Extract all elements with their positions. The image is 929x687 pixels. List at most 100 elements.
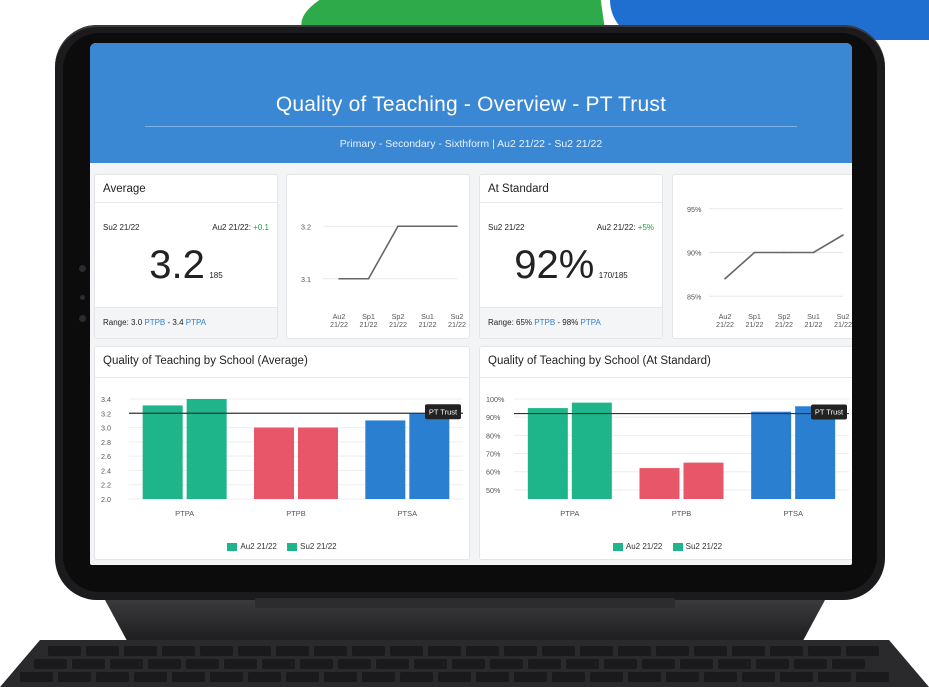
keyboard-key: [694, 646, 727, 656]
camera-dot-icon: [79, 265, 86, 272]
range-max-school-link[interactable]: PTPA: [186, 318, 206, 327]
average-kpi-card[interactable]: Average Su2 21/22 Au2 21/22: +0.1 3.2 18…: [94, 174, 278, 339]
y-tick-label: 3.4: [101, 395, 111, 404]
keyboard-key: [528, 659, 561, 669]
kpi-delta: +0.1: [253, 223, 269, 232]
average-by-school-card: Quality of Teaching by School (Average) …: [94, 346, 470, 560]
keyboard-key: [628, 672, 661, 682]
kpi-value: 3.2: [149, 243, 205, 287]
keyboard-key: [200, 646, 233, 656]
y-tick-label: 2.4: [101, 466, 111, 475]
bar: [409, 413, 450, 499]
kpi-period: Su2 21/22: [103, 223, 140, 232]
x-tick-label: 21/22: [746, 320, 764, 329]
kpi-delta: +5%: [637, 223, 654, 232]
range-min: Range: 65%: [488, 318, 533, 327]
series-line: [339, 225, 457, 280]
keyboard-key: [124, 646, 157, 656]
keyboard-key: [428, 646, 461, 656]
kpi-value-block: 92% 170/185: [480, 243, 662, 288]
keyboard-key: [48, 646, 81, 656]
standard-kpi-card[interactable]: At Standard Su2 21/22 Au2 21/22: +5% 92%…: [479, 174, 663, 339]
y-tick-label: 2.2: [101, 481, 111, 490]
reference-label: PT Trust: [429, 407, 458, 416]
y-tick-label: 90%: [486, 413, 501, 422]
data-point: [842, 234, 844, 236]
kpi-footer: Range: 65% PTPB - 98% PTPA: [480, 307, 662, 338]
legend-swatch: [227, 542, 238, 551]
legend-label: Su2 21/22: [685, 542, 723, 551]
data-point: [456, 225, 458, 228]
bar: [186, 399, 227, 499]
keyboard-key: [438, 672, 471, 682]
legend-swatch: [287, 542, 298, 551]
y-tick-label: 2.8: [101, 438, 111, 447]
keyboard-hinge: [255, 598, 675, 608]
legend-item[interactable]: Su2 21/22: [672, 542, 723, 551]
range-min-school-link[interactable]: PTPB: [144, 318, 165, 327]
kpi-value: 92%: [514, 243, 595, 287]
keyboard-key: [20, 672, 53, 682]
standard-by-school-card: Quality of Teaching by School (At Standa…: [479, 346, 852, 560]
legend-swatch: [612, 542, 623, 551]
kpi-comparison: Au2 21/22: +5%: [597, 223, 654, 232]
x-tick-label: 21/22: [419, 320, 437, 329]
keyboard-key: [656, 646, 689, 656]
y-tick-label: 50%: [486, 486, 501, 495]
keyboard-key: [704, 672, 737, 682]
keyboard-key: [770, 646, 803, 656]
data-point: [426, 225, 429, 228]
range-max-school-link[interactable]: PTPA: [581, 318, 601, 327]
y-tick-label: 2.0: [101, 495, 111, 504]
keyboard-key: [846, 646, 879, 656]
keyboard-key: [162, 646, 195, 656]
keyboard-key: [504, 646, 537, 656]
dashboard-header: Quality of Teaching - Overview - PT Trus…: [90, 43, 852, 163]
keyboard-key: [58, 672, 91, 682]
y-tick-label: 95%: [687, 205, 702, 214]
keyboard-key: [390, 646, 423, 656]
keyboard-key: [276, 646, 309, 656]
sensor-dot-icon: [80, 295, 85, 300]
legend-item[interactable]: Au2 21/22: [227, 542, 277, 551]
bar: [365, 420, 406, 499]
range-min-school-link[interactable]: PTPB: [534, 318, 555, 327]
card-divider: [95, 202, 277, 203]
card-title: At Standard: [488, 183, 549, 195]
kpi-value-block: 3.2 185: [95, 243, 277, 288]
standard-trend-chart: 95%90%85%Au221/22Sp121/22Sp221/22Su121/2…: [687, 205, 852, 329]
y-tick-label: 100%: [486, 395, 505, 404]
y-tick-label: 85%: [687, 292, 702, 301]
kpi-count: 185: [209, 271, 223, 280]
kpi-footer: Range: 3.0 PTPB - 3.4 PTPA: [95, 307, 277, 338]
keyboard-key: [414, 659, 447, 669]
range-min: Range: 3.0: [103, 318, 143, 327]
x-tick-label: 21/22: [389, 320, 407, 329]
keyboard-key: [466, 646, 499, 656]
legend-item[interactable]: Au2 21/22: [612, 542, 662, 551]
keyboard-key: [452, 659, 485, 669]
kpi-count: 170/185: [598, 271, 628, 280]
keyboard-key: [808, 646, 841, 656]
keyboard-key: [476, 672, 509, 682]
kpi-range: Range: 3.0 PTPB - 3.4 PTPA: [103, 318, 206, 327]
keyboard-key: [110, 659, 143, 669]
keyboard-key: [210, 672, 243, 682]
keyboard-key: [552, 672, 585, 682]
page-title: Quality of Teaching - Overview - PT Trus…: [275, 93, 667, 116]
keyboard-key: [618, 646, 651, 656]
keyboard-key: [732, 646, 765, 656]
keyboard-key: [400, 672, 433, 682]
keyboard-key: [148, 659, 181, 669]
legend-item[interactable]: Su2 21/22: [287, 542, 337, 551]
x-tick-label: 21/22: [805, 320, 823, 329]
data-point: [753, 251, 756, 254]
average-by-school-chart: 3.4 3.2 3.0 2.8 2.6 2.4 2.2 2.0 PTPA PTPB PTSA PT T…: [101, 395, 463, 518]
average-trend-card: 3.2 3.1 Au2 21/22 Sp1 21/22 Sp2 21/22 Su1 21/22 Su…: [286, 174, 470, 339]
y-tick-label: 3.2: [101, 409, 111, 418]
bar: [298, 427, 338, 499]
x-category-label: PTSA: [398, 509, 418, 518]
x-category-label: PTSA: [783, 509, 803, 518]
header-divider: [145, 126, 797, 127]
keyboard-key: [566, 659, 599, 669]
